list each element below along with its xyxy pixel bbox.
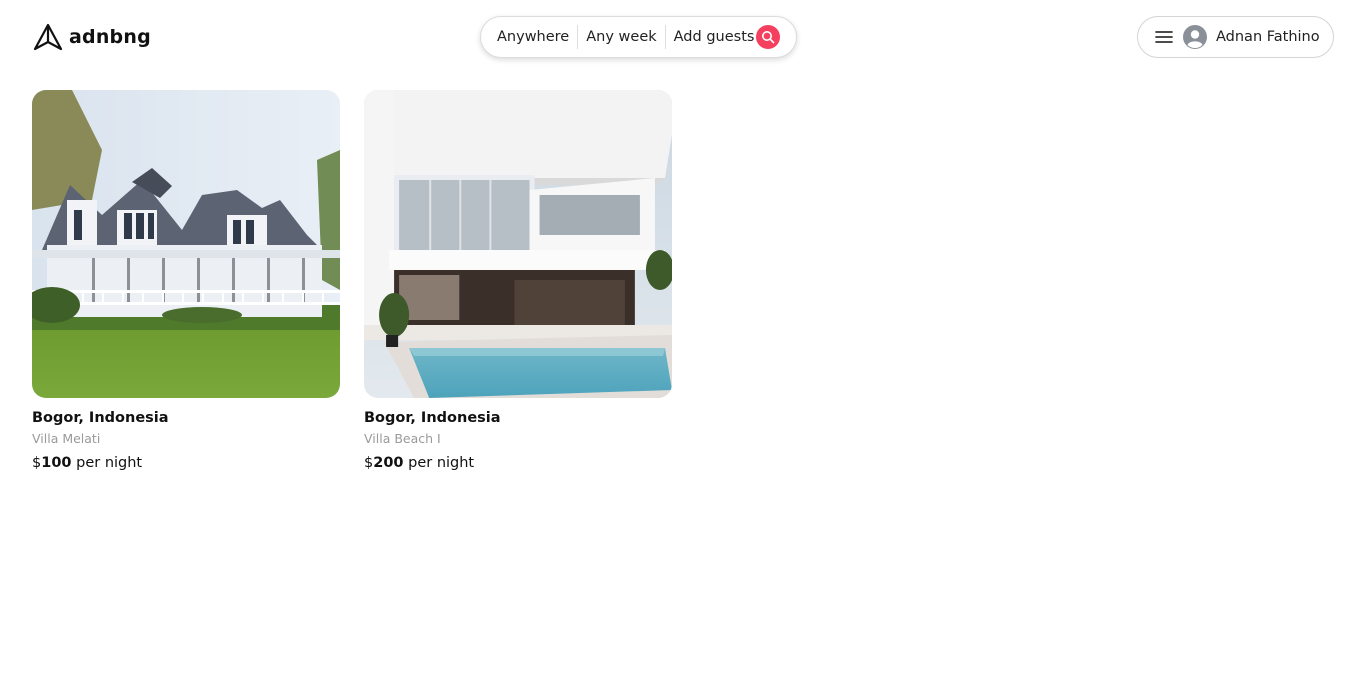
search-location[interactable]: Anywhere (497, 29, 577, 45)
user-avatar-icon (1183, 25, 1207, 49)
price-currency: $ (32, 455, 42, 471)
house-photo (32, 90, 340, 398)
brand-name: adnbng (69, 26, 151, 48)
hamburger-menu-icon (1155, 31, 1173, 43)
user-menu-button[interactable]: Adnan Fathino (1137, 16, 1334, 58)
navbar: adnbng Anywhere Any week Add guests Adna… (0, 0, 1366, 76)
user-name: Adnan Fathino (1216, 29, 1320, 45)
listing-location: Bogor, Indonesia (364, 410, 501, 426)
search-bar[interactable]: Anywhere Any week Add guests (480, 16, 797, 58)
listing-category: Villa Beach I (364, 431, 441, 446)
listing-card[interactable]: Bogor, Indonesia Villa Melati $100 per n… (32, 90, 340, 471)
price-unit: per night (71, 455, 143, 471)
search-icon (762, 31, 775, 44)
search-week[interactable]: Any week (578, 29, 664, 45)
search-button[interactable] (756, 25, 780, 49)
price-currency: $ (364, 455, 374, 471)
price-amount: 200 (373, 455, 404, 471)
listing-photo[interactable] (364, 90, 672, 398)
listing-card[interactable]: Bogor, Indonesia Villa Beach I $200 per … (364, 90, 672, 471)
villa-pool-photo (364, 90, 672, 398)
brand-logo[interactable]: adnbng (33, 23, 151, 51)
listing-price: $100 per night (32, 455, 340, 471)
listings-grid: Bogor, Indonesia Villa Melati $100 per n… (32, 90, 672, 471)
price-unit: per night (403, 455, 475, 471)
price-amount: 100 (41, 455, 72, 471)
listing-location: Bogor, Indonesia (32, 410, 169, 426)
listing-price: $200 per night (364, 455, 672, 471)
search-guests[interactable]: Add guests (666, 29, 763, 45)
listing-category: Villa Melati (32, 431, 101, 446)
paper-plane-icon (33, 23, 63, 51)
listing-photo[interactable] (32, 90, 340, 398)
